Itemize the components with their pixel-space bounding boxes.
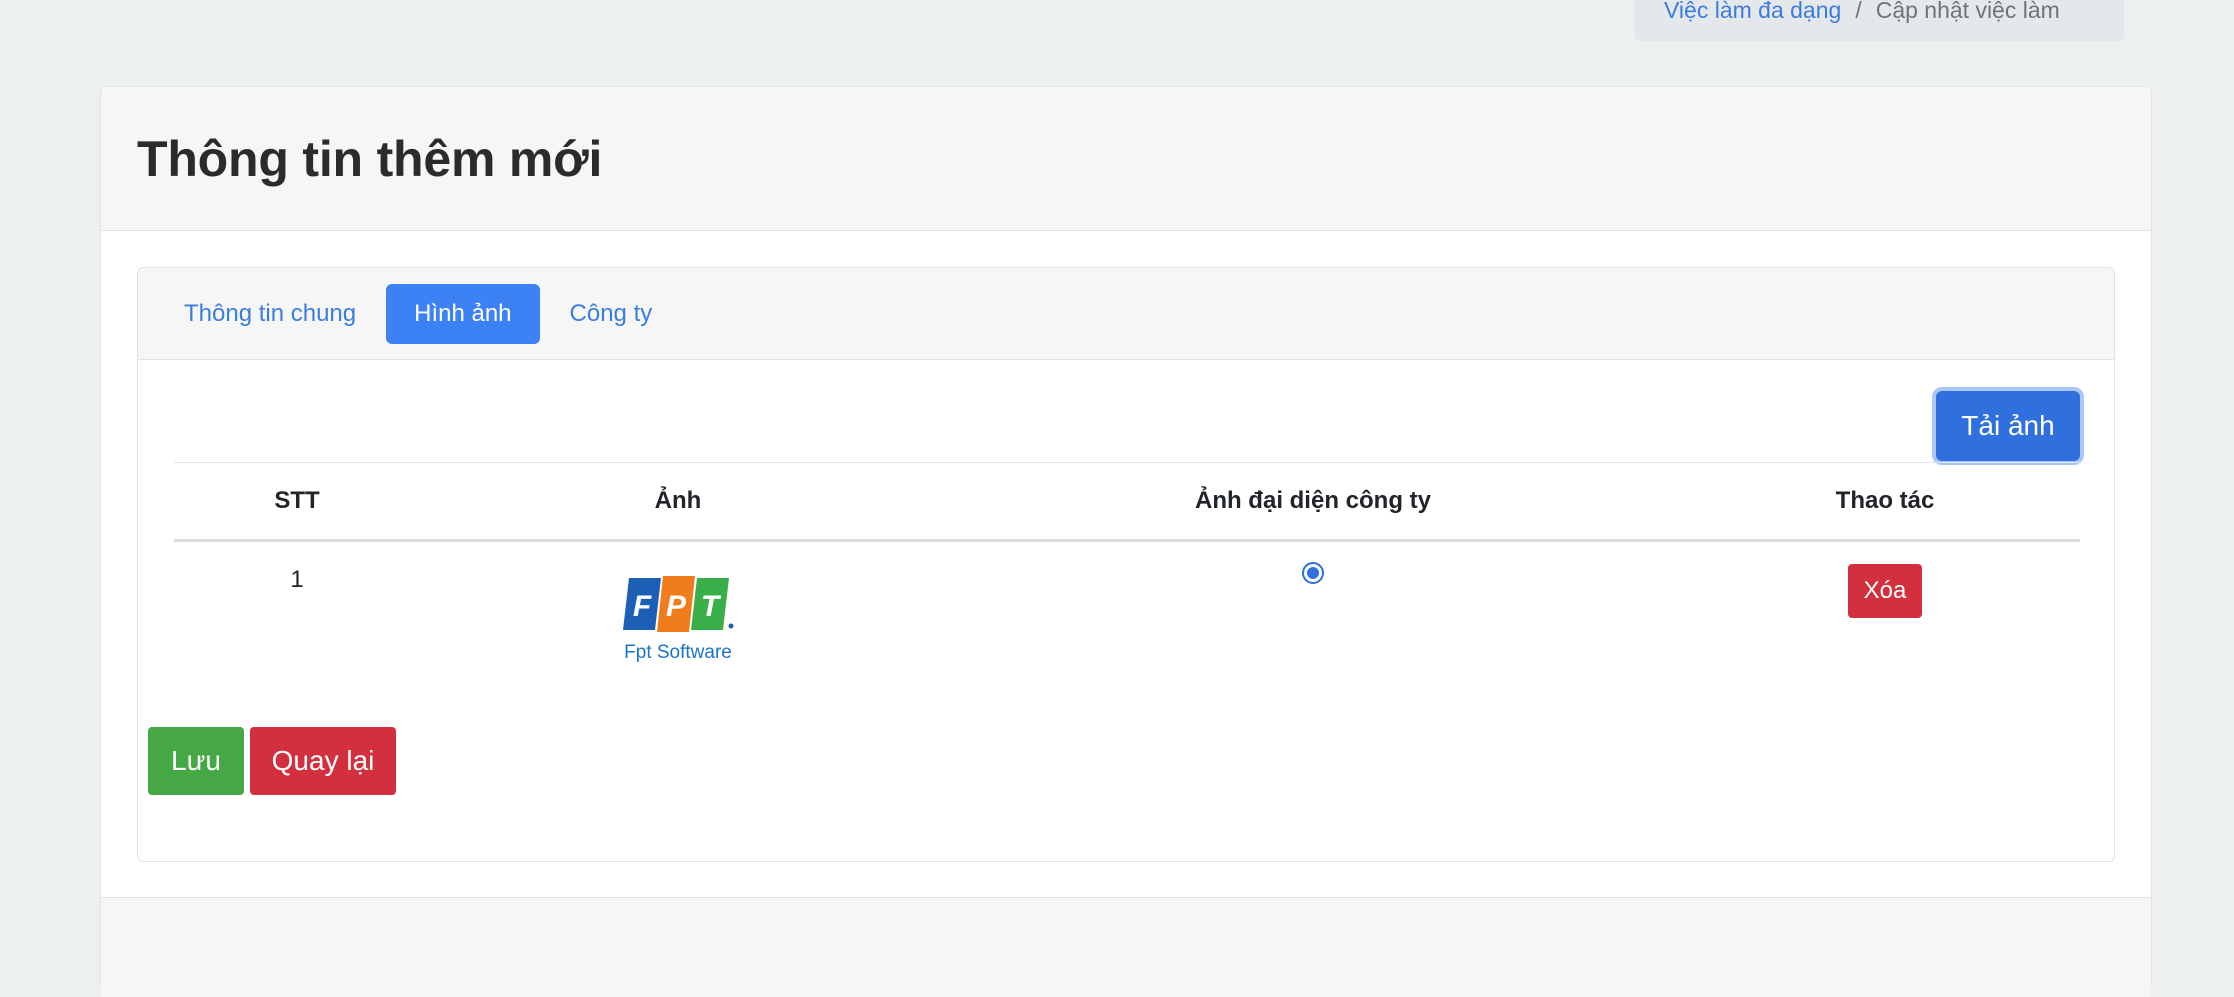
breadcrumb-current: Cập nhật việc làm: [1875, 0, 2060, 23]
table-header-row: STT Ảnh Ảnh đại diện công ty Thao tác: [174, 462, 2080, 542]
tab-general-info[interactable]: Thông tin chung: [156, 284, 384, 344]
tab-bar: Thông tin chung Hình ảnh Công ty: [138, 268, 2114, 360]
card-header: Thông tin thêm mới: [101, 87, 2151, 231]
row-image-cell: F P T Fpt Software: [420, 541, 936, 701]
main-card: Thông tin thêm mới Thông tin chung Hình …: [100, 86, 2152, 997]
table-row: 1 F P T Fpt Software Xóa: [174, 541, 2080, 701]
column-header-stt: STT: [174, 462, 420, 542]
delete-button[interactable]: Xóa: [1848, 564, 1922, 618]
logo-letter-f: F: [633, 590, 652, 623]
upload-image-button[interactable]: Tải ảnh: [1936, 391, 2080, 461]
tab-images[interactable]: Hình ảnh: [386, 283, 540, 344]
row-avatar-cell: [936, 541, 1690, 701]
save-button[interactable]: Lưu: [148, 727, 244, 795]
card-footer: [101, 897, 2151, 997]
back-button[interactable]: Quay lại: [250, 727, 396, 795]
images-table: STT Ảnh Ảnh đại diện công ty Thao tác 1: [174, 462, 2080, 701]
company-logo-image: F P T Fpt Software: [621, 574, 735, 664]
row-actions-cell: Xóa: [1690, 541, 2080, 701]
tab-company[interactable]: Công ty: [542, 284, 681, 344]
logo-letter-p: P: [666, 590, 687, 623]
breadcrumb-separator: /: [1855, 0, 1862, 23]
page-title: Thông tin thêm mới: [137, 130, 603, 187]
breadcrumb: Việc làm đa dạng / Cập nhật việc làm: [1634, 0, 2124, 41]
column-header-company-avatar: Ảnh đại diện công ty: [936, 462, 1690, 542]
breadcrumb-link-jobs[interactable]: Việc làm đa dạng: [1664, 0, 1841, 22]
logo-letter-t: T: [701, 590, 722, 623]
column-header-image: Ảnh: [420, 462, 936, 542]
row-stt: 1: [290, 566, 304, 593]
logo-caption: Fpt Software: [624, 642, 732, 663]
company-avatar-radio[interactable]: [1302, 562, 1324, 584]
fpt-logo-icon: F P T: [623, 576, 734, 632]
column-header-actions: Thao tác: [1690, 462, 2080, 542]
tab-panel: Thông tin chung Hình ảnh Công ty Tải ảnh…: [137, 267, 2115, 862]
